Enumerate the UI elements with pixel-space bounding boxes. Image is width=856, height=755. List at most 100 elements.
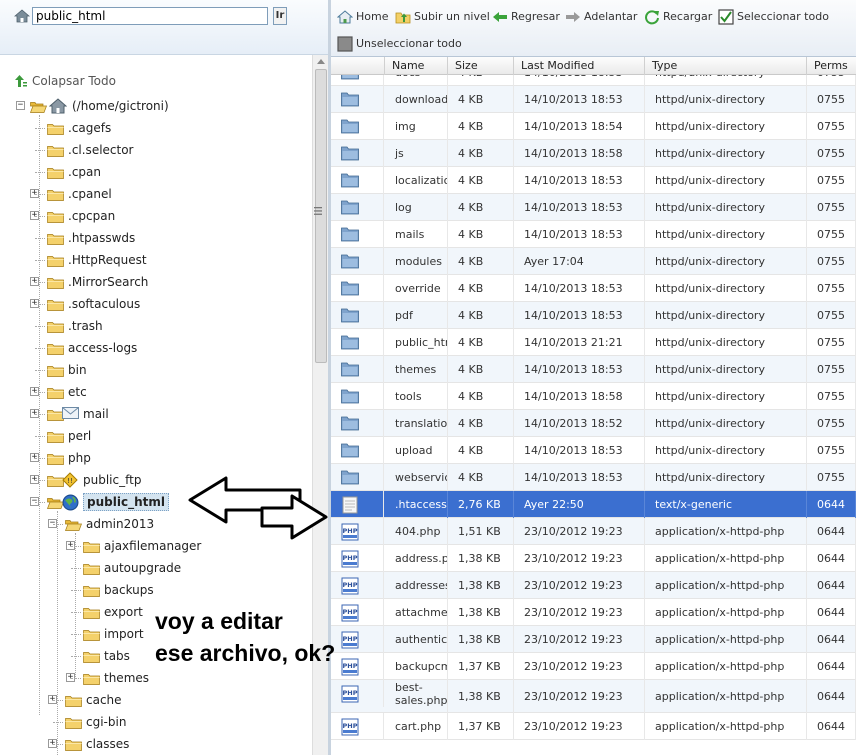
home-button[interactable]: Home xyxy=(337,8,388,26)
scroll-up-icon[interactable] xyxy=(317,59,325,64)
tree-item-backups[interactable]: backups xyxy=(0,581,312,599)
file-perms: 0755 xyxy=(807,275,856,302)
file-row[interactable]: js 4 KB 14/10/2013 18:58 httpd/unix-directo… xyxy=(331,140,856,167)
tree-item-publicftp[interactable]: +!! public_ftp xyxy=(0,471,312,489)
tree-item-mail[interactable]: + mail xyxy=(0,405,312,423)
file-perms: 0644 xyxy=(807,713,856,740)
splitter-grip-icon[interactable] xyxy=(314,206,322,216)
tree-item-php[interactable]: + php xyxy=(0,449,312,467)
reload-button[interactable]: Recargar xyxy=(644,8,712,26)
tree-item-clselector[interactable]: .cl.selector xyxy=(0,141,312,159)
file-type: application/x-httpd-php xyxy=(645,653,807,680)
file-type: httpd/unix-directory xyxy=(645,86,807,113)
tree-item-label: public_html xyxy=(83,493,169,511)
file-row[interactable]: pdf 4 KB 14/10/2013 18:53 httpd/unix-direct… xyxy=(331,302,856,329)
svg-text:PHP: PHP xyxy=(343,635,358,643)
file-type: application/x-httpd-php xyxy=(645,572,807,599)
tree-connector xyxy=(35,392,45,393)
file-size: 1,38 KB xyxy=(448,626,514,653)
path-input[interactable] xyxy=(32,7,268,25)
collapse-all-label: Colapsar Todo xyxy=(32,74,116,88)
file-row[interactable]: webservice4 KB14/10/2013 18:53httpd/unix… xyxy=(331,464,856,491)
tree-item-etc[interactable]: + etc xyxy=(0,383,312,401)
file-row[interactable]: PHP addresses.php1,38 KB23/10/2012 19:23a… xyxy=(331,572,856,599)
tree-item-themes[interactable]: + themes xyxy=(0,669,312,687)
tree-item-perl[interactable]: perl xyxy=(0,427,312,445)
tree-item-cache[interactable]: + cache xyxy=(0,691,312,709)
tree-item-htpasswds[interactable]: .htpasswds xyxy=(0,229,312,247)
tree-item-admin2013[interactable]: − admin2013 xyxy=(0,515,312,533)
file-name: backupcms.php xyxy=(385,653,448,680)
tree-item-trash[interactable]: .trash xyxy=(0,317,312,335)
file-type: application/x-httpd-php xyxy=(645,680,807,713)
file-modified: 14/10/2013 21:21 xyxy=(514,329,645,356)
tree-item-cpan[interactable]: .cpan xyxy=(0,163,312,181)
file-row[interactable]: download 4 KB 14/10/2013 18:53 httpd/unix-d… xyxy=(331,86,856,113)
back-button[interactable]: Regresar xyxy=(492,8,560,26)
column-header-perms[interactable]: Perms xyxy=(807,57,856,75)
tree-item-cagefs[interactable]: .cagefs xyxy=(0,119,312,137)
file-perms: 0755 xyxy=(807,75,856,86)
tree-item-httprequest[interactable]: .HttpRequest xyxy=(0,251,312,269)
mail-icon xyxy=(62,406,79,419)
column-header-size[interactable]: Size xyxy=(448,57,514,75)
file-row[interactable]: PHP 404.php 1,51 KB 23/10/2012 19:23 applica… xyxy=(331,518,856,545)
tree-item-mirrorsearch[interactable]: + .MirrorSearch xyxy=(0,273,312,291)
file-row[interactable]: PHP best- sales.php 1,38 KB 23/10/2012 19:2… xyxy=(331,680,856,713)
forward-button[interactable]: Adelantar xyxy=(565,8,637,26)
file-row[interactable]: modules 4 KB Ayer 17:04 httpd/unix-director… xyxy=(331,248,856,275)
tree-item-bin[interactable]: bin xyxy=(0,361,312,379)
tree-item-autoupgrade[interactable]: autoupgrade xyxy=(0,559,312,577)
file-row[interactable]: log 4 KB 14/10/2013 18:53 httpd/unix-direct… xyxy=(331,194,856,221)
tree-item-cpcpan[interactable]: + .cpcpan xyxy=(0,207,312,225)
file-type: httpd/unix-directory xyxy=(645,75,807,86)
tree-item-classes[interactable]: + classes xyxy=(0,735,312,753)
folder-icon xyxy=(331,275,384,302)
tree-root[interactable]: − (/home/gictroni) xyxy=(0,97,312,115)
tree-item-ajaxfilemanager[interactable]: + ajaxfilemanager xyxy=(0,537,312,555)
file-row[interactable]: tools 4 KB 14/10/2013 18:58 httpd/unix-dire… xyxy=(331,383,856,410)
file-row[interactable]: docs4 KB14/10/2013 18:53httpd/unix-direc… xyxy=(331,75,856,86)
column-header-type[interactable]: Type xyxy=(645,57,807,75)
file-row[interactable]: PHP authentication.php1,38 KB23/10/2012 1… xyxy=(331,626,856,653)
folder-icon xyxy=(47,342,64,355)
tree-guide-line xyxy=(57,511,58,755)
file-row[interactable]: img 4 KB 14/10/2013 18:54 httpd/unix-direct… xyxy=(331,113,856,140)
file-row[interactable]: themes 4 KB 14/10/2013 18:53 httpd/unix-dir… xyxy=(331,356,856,383)
file-row[interactable]: PHP backupcms.php1,37 KB23/10/2012 19:23a… xyxy=(331,653,856,680)
collapse-all-button[interactable]: Colapsar Todo xyxy=(14,73,116,89)
file-row[interactable]: PHP cart.php 1,37 KB 23/10/2012 19:23 applic… xyxy=(331,713,856,740)
file-row-selected[interactable]: .htaccess 2,76 KB Ayer 22:50 text/x-generic… xyxy=(331,491,856,518)
file-row[interactable]: mails 4 KB 14/10/2013 18:53 httpd/unix-dire… xyxy=(331,221,856,248)
file-modified: 23/10/2012 19:23 xyxy=(514,626,645,653)
folder-icon xyxy=(331,75,384,86)
checkbox-checked-icon xyxy=(718,9,734,25)
up-one-level-button[interactable]: Subir un nivel xyxy=(395,8,490,26)
tree-item-accesslogs[interactable]: access-logs xyxy=(0,339,312,357)
file-perms: 0755 xyxy=(807,464,856,491)
tree-item-softaculous[interactable]: + .softaculous xyxy=(0,295,312,313)
go-button[interactable]: Ir xyxy=(273,7,287,25)
file-modified: 23/10/2012 19:23 xyxy=(514,713,645,740)
folder-icon xyxy=(331,329,384,356)
forward-label: Adelantar xyxy=(584,10,638,23)
file-row[interactable]: override 4 KB 14/10/2013 18:53 httpd/unix-d… xyxy=(331,275,856,302)
file-grid-header: Name Size Last Modified Type Perms xyxy=(331,57,856,75)
reload-icon xyxy=(645,10,659,25)
file-row[interactable]: upload 4 KB 14/10/2013 18:53 httpd/unix-dir… xyxy=(331,437,856,464)
scrollbar-thumb[interactable] xyxy=(315,69,327,363)
column-header-last-modified[interactable]: Last Modified xyxy=(514,57,645,75)
tree-item-cpanel[interactable]: + .cpanel xyxy=(0,185,312,203)
collapse-node-icon[interactable]: − xyxy=(16,101,25,110)
tree-item-publichtml[interactable]: − public_html xyxy=(0,493,312,511)
file-row[interactable]: PHP attachment.php1,38 KB23/10/2012 19:23… xyxy=(331,599,856,626)
file-row[interactable]: public_html4 KB14/10/2013 21:21httpd/uni… xyxy=(331,329,856,356)
tree-item-cgibin[interactable]: cgi-bin xyxy=(0,713,312,731)
select-all-button[interactable]: Seleccionar todo xyxy=(718,8,829,26)
unselect-all-button[interactable]: Unseleccionar todo xyxy=(337,35,462,53)
file-row[interactable]: localization4 KB14/10/2013 18:53httpd/un… xyxy=(331,167,856,194)
file-row[interactable]: PHP address.php1,38 KB23/10/2012 19:23app… xyxy=(331,545,856,572)
file-row[interactable]: translations4 KB14/10/2013 18:52httpd/un… xyxy=(331,410,856,437)
file-size: 4 KB xyxy=(448,86,514,113)
column-header-name[interactable]: Name xyxy=(385,57,448,75)
